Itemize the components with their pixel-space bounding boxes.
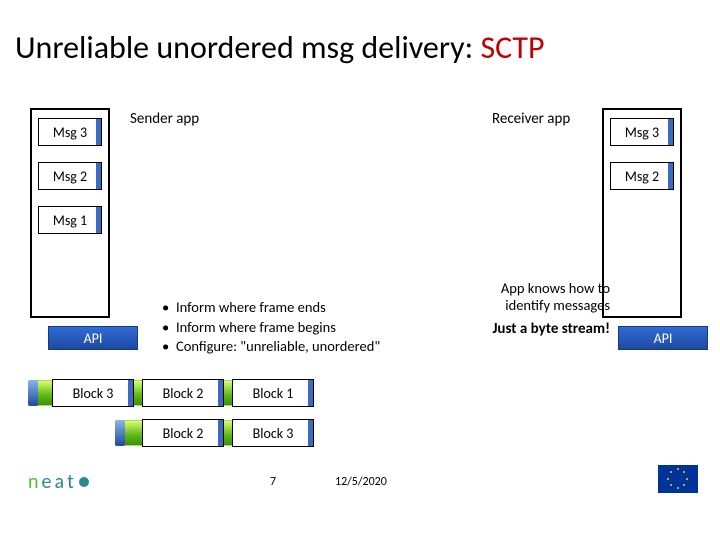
block-box: Block 2 (142, 419, 224, 447)
msg-label: Msg 3 (625, 124, 659, 141)
pipe-cap-left (28, 380, 38, 406)
msg-stripe (668, 163, 673, 189)
logo-dot-icon (79, 477, 89, 487)
block-label: Block 2 (163, 425, 204, 442)
msg-label: Msg 2 (53, 168, 87, 185)
block-stripe (308, 420, 313, 446)
sender-api: API (48, 326, 138, 350)
msg-label: Msg 1 (53, 212, 87, 229)
receiver-msg: Msg 2 (610, 162, 674, 190)
page-number: 7 (270, 475, 276, 489)
msg-label: Msg 2 (625, 168, 659, 185)
receiver-api: API (618, 326, 708, 350)
msg-stripe (96, 119, 101, 145)
msg-label: Msg 3 (53, 124, 87, 141)
block-stripe (128, 380, 133, 406)
pipe-cap-left (115, 420, 125, 446)
just-byte-text: Just a byte stream! (475, 320, 610, 338)
bullet-item: Inform where frame ends (176, 298, 326, 318)
block-stripe (218, 420, 223, 446)
block-box: Block 2 (142, 379, 224, 407)
bullet-item: Inform where frame begins (176, 318, 336, 338)
app-knows-text: App knows how to identify messages (470, 280, 610, 315)
eu-flag-icon (658, 465, 698, 493)
block-stripe (218, 380, 223, 406)
sender-msg: Msg 1 (38, 206, 102, 234)
block-label: Block 1 (253, 385, 294, 402)
receiver-app-label: Receiver app (492, 110, 570, 128)
sender-msg: Msg 3 (38, 118, 102, 146)
block-box: Block 1 (232, 379, 314, 407)
msg-stripe (668, 119, 673, 145)
bullet-list: •Inform where frame ends •Inform where f… (162, 298, 380, 357)
block-box: Block 3 (232, 419, 314, 447)
sender-app-label: Sender app (130, 110, 199, 128)
receiver-msg: Msg 3 (610, 118, 674, 146)
block-label: Block 3 (253, 425, 294, 442)
neat-logo: neat (28, 470, 89, 494)
msg-stripe (96, 207, 101, 233)
footer-date: 12/5/2020 (335, 475, 387, 489)
bullet-item: Configure: "unreliable, unordered" (176, 337, 380, 357)
title-prefix: Unreliable unordered msg delivery: (15, 28, 480, 67)
sender-msg: Msg 2 (38, 162, 102, 190)
block-label: Block 2 (163, 385, 204, 402)
slide-title: Unreliable unordered msg delivery: SCTP (15, 28, 544, 67)
block-box: Block 3 (52, 379, 134, 407)
msg-stripe (96, 163, 101, 189)
title-accent: SCTP (480, 28, 544, 67)
block-stripe (308, 380, 313, 406)
block-label: Block 3 (73, 385, 114, 402)
